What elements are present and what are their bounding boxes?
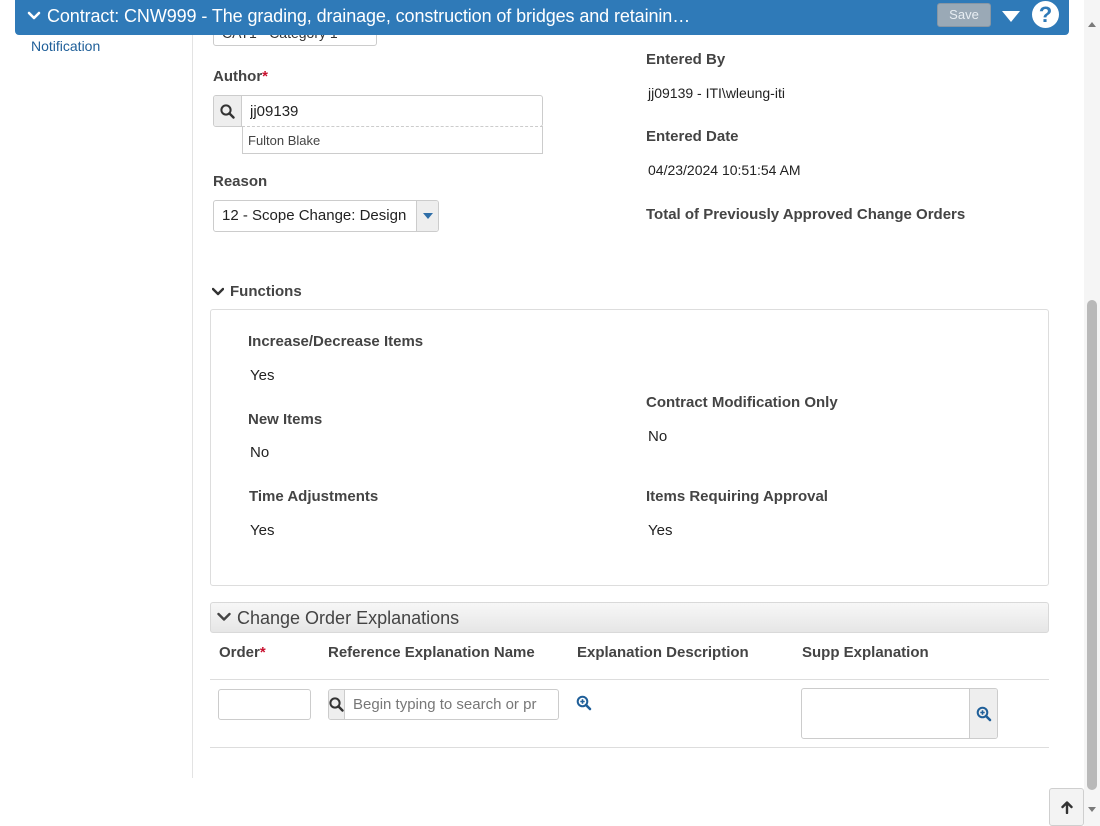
- scroll-up-arrow-icon[interactable]: [1087, 20, 1097, 28]
- scrollbar-thumb[interactable]: [1087, 300, 1097, 790]
- change-order-explanations-toggle[interactable]: Change Order Explanations: [210, 602, 1049, 633]
- column-header-order-text: Order: [219, 644, 260, 661]
- chevron-down-icon: [217, 612, 231, 621]
- column-header-supp-explanation[interactable]: Supp Explanation: [802, 644, 929, 661]
- contract-modification-value: No: [648, 428, 668, 445]
- search-icon: [329, 697, 344, 712]
- author-input[interactable]: [242, 96, 542, 126]
- items-requiring-approval-value: Yes: [648, 522, 673, 539]
- increase-decrease-label: Increase/Decrease Items: [248, 333, 424, 350]
- reference-explanation-input[interactable]: [345, 690, 558, 719]
- reason-label: Reason: [213, 173, 268, 190]
- time-adjustments-value: Yes: [250, 522, 275, 539]
- zoom-in-icon[interactable]: [576, 695, 592, 711]
- reason-select-value: 12 - Scope Change: Design: [222, 207, 407, 224]
- chevron-down-icon[interactable]: [27, 9, 41, 23]
- scroll-down-arrow-icon[interactable]: [1087, 806, 1097, 814]
- contract-title: Contract: CNW999 - The grading, drainage…: [47, 6, 691, 26]
- help-icon[interactable]: ?: [1032, 1, 1059, 28]
- table-row-divider: [210, 747, 1049, 748]
- supp-explanation-zoom-button[interactable]: [969, 689, 997, 738]
- entered-by-label: Entered By: [646, 51, 726, 68]
- functions-section-title: Functions: [230, 283, 302, 300]
- reason-select[interactable]: 12 - Scope Change: Design: [213, 200, 439, 232]
- chevron-down-icon: [212, 287, 224, 295]
- total-previous-approved-label: Total of Previously Approved Change Orde…: [646, 206, 966, 223]
- save-button[interactable]: Save: [937, 3, 991, 27]
- column-header-order[interactable]: Order*: [219, 644, 266, 661]
- search-icon: [220, 103, 235, 119]
- items-requiring-approval-label: Items Requiring Approval: [646, 488, 828, 505]
- table-header-divider: [210, 679, 1049, 680]
- reference-explanation-field: [328, 689, 559, 720]
- author-suggestion-item[interactable]: Fulton Blake: [242, 126, 543, 154]
- entered-date-label: Entered Date: [646, 128, 739, 145]
- contract-modification-label: Contract Modification Only: [646, 394, 838, 411]
- new-items-value: No: [250, 444, 270, 461]
- functions-section-toggle[interactable]: Functions: [212, 283, 302, 300]
- reason-dropdown-button[interactable]: [416, 201, 438, 231]
- caret-down-icon: [422, 213, 433, 219]
- caret-down-icon[interactable]: [1001, 9, 1021, 23]
- reference-search-button[interactable]: [329, 690, 345, 719]
- increase-decrease-value: Yes: [250, 367, 275, 384]
- column-header-explanation-description[interactable]: Explanation Description: [577, 644, 749, 661]
- required-marker: *: [262, 68, 268, 85]
- time-adjustments-label: Time Adjustments: [249, 488, 379, 505]
- arrow-up-icon: [1060, 801, 1073, 814]
- entered-by-value: jj09139 - ITI\wleung-iti: [648, 85, 785, 101]
- order-input[interactable]: [218, 689, 311, 720]
- column-header-reference-name[interactable]: Reference Explanation Name: [328, 644, 535, 661]
- required-marker: *: [259, 644, 266, 661]
- functions-panel: [210, 309, 1049, 586]
- nav-link-notification[interactable]: Notification: [31, 38, 100, 54]
- contract-header-bar: Contract: CNW999 - The grading, drainage…: [15, 0, 1069, 35]
- author-label-text: Author: [213, 68, 263, 85]
- back-to-top-button[interactable]: [1049, 788, 1084, 826]
- author-field: [213, 95, 543, 127]
- supp-explanation-field[interactable]: [801, 688, 998, 739]
- left-nav-pane: [0, 0, 193, 778]
- entered-date-value: 04/23/2024 10:51:54 AM: [648, 162, 801, 178]
- new-items-label: New Items: [248, 411, 323, 428]
- change-order-explanations-title: Change Order Explanations: [237, 608, 460, 628]
- author-label: Author*: [213, 68, 268, 85]
- zoom-in-icon: [976, 706, 991, 721]
- author-search-button[interactable]: [214, 96, 242, 126]
